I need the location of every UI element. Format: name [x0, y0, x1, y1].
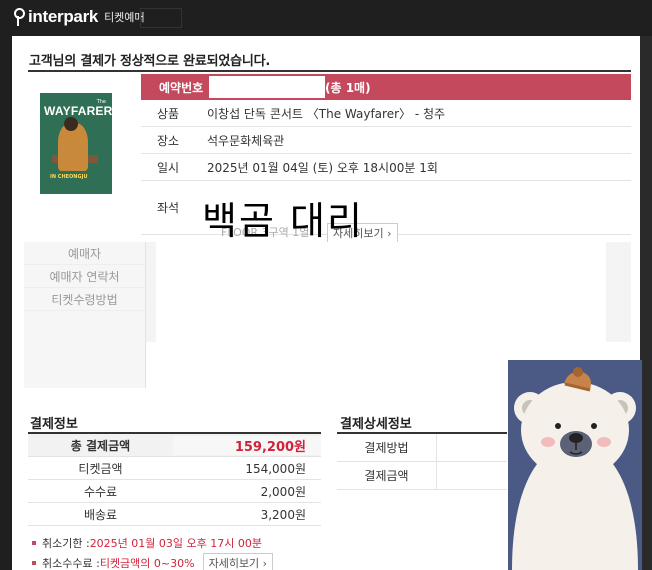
- ticket-price-value: 154,000원: [245, 461, 306, 476]
- cancel-deadline-label: 취소기한 :: [42, 537, 90, 550]
- fee-row: 수수료 2,000원: [28, 480, 321, 503]
- fee-label: 수수료: [83, 484, 118, 499]
- header-tab: [140, 8, 182, 28]
- bullet-icon: [32, 561, 36, 565]
- payment-amount-label: 결제금액: [337, 462, 437, 489]
- product-value: 이창섭 단독 콘서트 〈The Wayfarer〉 - 청주: [207, 106, 446, 121]
- cancel-fee-note: 취소수수료 : 티켓금액의 0~30% 자세히보기 ›: [32, 553, 274, 570]
- seat-label: 좌석: [157, 201, 180, 215]
- payment-info-title: 결제정보: [30, 417, 78, 432]
- booking-number-label: 예약번호: [159, 80, 204, 95]
- cancel-deadline-note: 취소기한 : 2025년 01월 03일 오후 17시 00분: [32, 533, 273, 553]
- payment-detail-table: 결제방법 결제금액: [337, 434, 507, 490]
- poster-title: WAYFARER: [44, 104, 112, 118]
- total-amount-value: 159,200원: [173, 435, 321, 455]
- section-name: 티켓예매: [104, 11, 145, 24]
- datetime-value: 2025년 01월 04일 (토) 오후 18시00분 1회: [207, 160, 438, 175]
- fee-value: 2,000원: [260, 484, 306, 499]
- venue-value: 석우문화체육관: [207, 133, 285, 148]
- ticket-price-row: 티켓금액 154,000원: [28, 457, 321, 480]
- cancel-fee-label: 취소수수료 :: [42, 557, 100, 570]
- product-label: 상품: [157, 106, 180, 121]
- polar-bear-sticker: [508, 360, 642, 570]
- concert-poster: The WAYFARER IN CHEONGJU: [40, 93, 112, 194]
- booker-contact-label: 예매자 연락처: [24, 265, 145, 288]
- product-row: 상품 이창섭 단독 콘서트 〈The Wayfarer〉 - 청주: [141, 100, 631, 127]
- total-amount-row: 총 결제금액 159,200원: [28, 434, 321, 457]
- datetime-label: 일시: [157, 160, 180, 175]
- booking-number-redacted: [209, 76, 325, 98]
- polar-bear-illustration: [508, 360, 642, 570]
- interpark-logo[interactable]: interpark 티켓예매: [12, 6, 145, 28]
- payment-amount-row: 결제금액: [337, 462, 507, 490]
- delivery-label: 배송료: [83, 507, 118, 522]
- cancel-fee-detail-button[interactable]: 자세히보기 ›: [202, 553, 274, 570]
- cancel-notes: 취소기한 : 2025년 01월 03일 오후 17시 00분 취소수수료 : …: [32, 533, 274, 570]
- total-amount-label: 총 결제금액: [70, 438, 131, 453]
- booker-name-label: 예매자: [24, 242, 145, 265]
- page-title: 고객님의 결제가 정상적으로 완료되었습니다.: [29, 54, 271, 69]
- bullet-icon: [32, 541, 36, 545]
- payment-info-table: 총 결제금액 159,200원 티켓금액 154,000원 수수료 2,000원…: [28, 434, 321, 526]
- venue-label: 장소: [157, 133, 180, 148]
- brand-name: interpark: [28, 7, 99, 26]
- delivery-value: 3,200원: [260, 507, 306, 522]
- payment-detail-title: 결제상세정보: [340, 417, 412, 432]
- top-bar: interpark 티켓예매: [0, 0, 652, 36]
- payment-method-label: 결제방법: [337, 434, 437, 461]
- overlay-caption: 백곰 대리: [202, 199, 364, 243]
- ticket-receive-label: 티켓수령방법: [24, 288, 145, 311]
- booker-labels: 예매자 예매자 연락처 티켓수령방법: [24, 242, 146, 388]
- interpark-logo-icon: [12, 8, 25, 26]
- ticket-price-label: 티켓금액: [78, 461, 123, 476]
- venue-row: 장소 석우문화체육관: [141, 127, 631, 154]
- delivery-row: 배송료 3,200원: [28, 503, 321, 526]
- ticket-count: (총 1매): [325, 80, 371, 95]
- cancel-fee-value: 티켓금액의 0~30%: [99, 557, 195, 570]
- title-divider: [28, 70, 631, 72]
- datetime-row: 일시 2025년 01월 04일 (토) 오후 18시00분 1회: [141, 154, 631, 181]
- cancel-deadline-value: 2025년 01월 03일 오후 17시 00분: [89, 537, 262, 550]
- booking-number-row: 예약번호 (총 1매): [141, 74, 631, 100]
- poster-figure-head: [64, 117, 78, 131]
- payment-method-row: 결제방법: [337, 434, 507, 462]
- poster-subtitle: IN CHEONGJU: [50, 174, 88, 180]
